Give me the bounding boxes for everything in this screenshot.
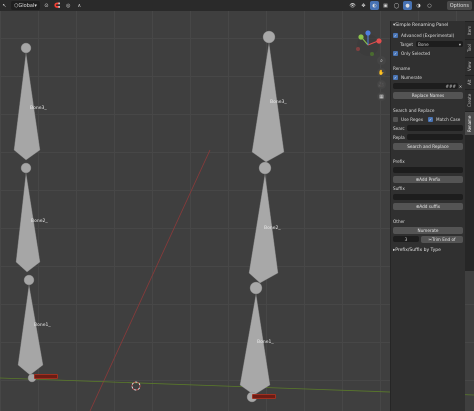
replace-names-button[interactable]: Replace Names <box>393 91 463 99</box>
match-case-label: Match Case <box>436 116 461 122</box>
only-selected-label: Only Selected <box>401 50 431 56</box>
replace-input[interactable] <box>407 134 463 140</box>
navigation-gizmo-icon <box>356 30 382 56</box>
bone-label: Bone2_ <box>264 226 281 231</box>
zoom-icon[interactable]: ⌕ <box>377 56 386 65</box>
use-regex-label: Use Regex <box>401 116 424 122</box>
wireframe-shading-icon[interactable]: ◯ <box>392 1 401 10</box>
advanced-label: Advanced (Experimental) <box>401 32 455 38</box>
checkbox-icon: ✓ <box>393 32 398 38</box>
tab-view[interactable]: View <box>465 57 474 75</box>
search-replace-button[interactable]: Search and Replace <box>393 142 463 150</box>
search-replace-header: Search and Replace <box>393 107 435 113</box>
prefix-suffix-type-label: Prefix/Suffix by Type <box>395 248 441 253</box>
prefix-input[interactable] <box>393 167 463 173</box>
snap-icon[interactable]: 🧲 <box>53 1 62 10</box>
prefix-header: Prefix <box>393 158 405 164</box>
gizmo-icon[interactable]: ✥ <box>359 1 368 10</box>
left-bone-chain <box>13 42 44 383</box>
checkbox-icon: ✓ <box>393 74 398 80</box>
replace-label: Repla <box>393 134 405 140</box>
rename-input-value: ### <box>445 83 456 89</box>
other-header: Other <box>393 218 405 224</box>
pan-hand-icon[interactable]: ✋ <box>377 68 386 77</box>
bone-label: Bone3_ <box>270 100 287 105</box>
target-label: Target <box>400 41 413 47</box>
options-label: Options <box>449 2 469 9</box>
add-prefix-label: Add Prefix <box>419 176 441 182</box>
search-replace-label: Search and Replace <box>407 143 449 149</box>
transform-mode-icon[interactable]: ↖ <box>0 1 9 10</box>
tab-item[interactable]: Item <box>465 21 474 39</box>
add-suffix-label: Add suffix <box>419 203 441 209</box>
right-bone-chain <box>239 30 285 403</box>
camera-icon[interactable]: 🎥 <box>377 80 386 89</box>
replace-names-label: Replace Names <box>411 92 445 98</box>
rename-header: Rename <box>393 65 411 71</box>
checkbox-icon: ✓ <box>393 50 398 56</box>
tab-alt[interactable]: Alt <box>465 75 474 89</box>
add-suffix-button[interactable]: ⊕ Add suffix <box>393 202 463 210</box>
proportional-edit-icon[interactable]: ◎ <box>64 1 73 10</box>
orientation-label: Global <box>18 2 35 9</box>
suffix-header: Suffix <box>393 185 405 191</box>
solid-shading-icon[interactable]: ● <box>403 1 412 10</box>
match-case-toggle[interactable]: ✓ Match Case <box>428 116 463 122</box>
trim-count-field[interactable]: 3 <box>393 236 419 242</box>
target-dropdown[interactable]: Bone ▾ <box>416 41 463 47</box>
visibility-icon[interactable]: 👁 <box>348 1 357 10</box>
use-regex-toggle[interactable]: Use Regex <box>393 116 428 122</box>
sidebar-tabs: Item Tool View Alt Create Rename <box>465 21 474 271</box>
pivot-icon[interactable]: ⊙ <box>42 1 51 10</box>
tab-tool[interactable]: Tool <box>465 39 474 57</box>
perspective-grid-icon[interactable]: ▦ <box>377 92 386 101</box>
search-input[interactable] <box>407 125 463 131</box>
close-icon[interactable]: × <box>458 84 463 89</box>
chevron-down-icon: ▾ <box>458 41 461 47</box>
suffix-input[interactable] <box>393 194 463 200</box>
x-axis-line <box>89 149 211 411</box>
numerate-label: Numerate <box>401 74 422 80</box>
bone-label: Bone1_ <box>257 340 274 345</box>
add-prefix-button[interactable]: ⊕ Add Prefix <box>393 175 463 183</box>
checkbox-icon: ✓ <box>428 116 433 122</box>
material-shading-icon[interactable]: ◑ <box>414 1 423 10</box>
orientation-dropdown[interactable]: ⬡ Global ▾ <box>11 1 40 10</box>
numerate-toggle[interactable]: ✓ Numerate <box>393 73 463 81</box>
bone-origin-marker <box>34 374 58 379</box>
rendered-shading-icon[interactable]: ○ <box>425 1 434 10</box>
options-button[interactable]: Options <box>446 1 472 10</box>
xray-icon[interactable]: ▣ <box>381 1 390 10</box>
numerate-button-label: Numerate <box>417 227 439 233</box>
rename-input[interactable]: ### <box>393 83 458 89</box>
falloff-icon[interactable]: ∧ <box>75 1 84 10</box>
numerate-button[interactable]: Numerate <box>393 226 463 234</box>
bone-origin-marker <box>252 394 276 399</box>
bone-label: Bone3_ <box>30 106 47 111</box>
trim-end-button[interactable]: ✂ Trim End of <box>421 235 463 243</box>
viewport-header: ↖ ⬡ Global ▾ ⊙ 🧲 ◎ ∧ 👁 ✥ ◐ ▣ ◯ ● ◑ ○ Opt… <box>0 0 474 11</box>
prefix-suffix-type-header[interactable]: ▸ Prefix/Suffix by Type <box>393 246 463 255</box>
simple-renaming-panel: ▾ Simple Renaming Panel ✓ Advanced (Expe… <box>390 21 465 411</box>
bone-label: Bone2_ <box>31 219 48 224</box>
tab-rename[interactable]: Rename <box>465 111 474 135</box>
advanced-toggle[interactable]: ✓ Advanced (Experimental) <box>393 31 463 39</box>
tab-create[interactable]: Create <box>465 89 474 111</box>
target-value: Bone <box>418 41 429 47</box>
overlays-icon[interactable]: ◐ <box>370 1 379 10</box>
trim-count-value: 3 <box>404 236 408 242</box>
bone-label: Bone1_ <box>34 323 51 328</box>
checkbox-icon <box>393 116 398 122</box>
only-selected-toggle[interactable]: ✓ Only Selected <box>393 49 463 57</box>
panel-title: Simple Renaming Panel <box>395 23 449 28</box>
chevron-down-icon: ▾ <box>34 2 37 9</box>
trim-end-label: Trim End of <box>431 236 456 242</box>
panel-header[interactable]: ▾ Simple Renaming Panel <box>393 21 463 30</box>
search-label: Searc <box>393 125 405 131</box>
